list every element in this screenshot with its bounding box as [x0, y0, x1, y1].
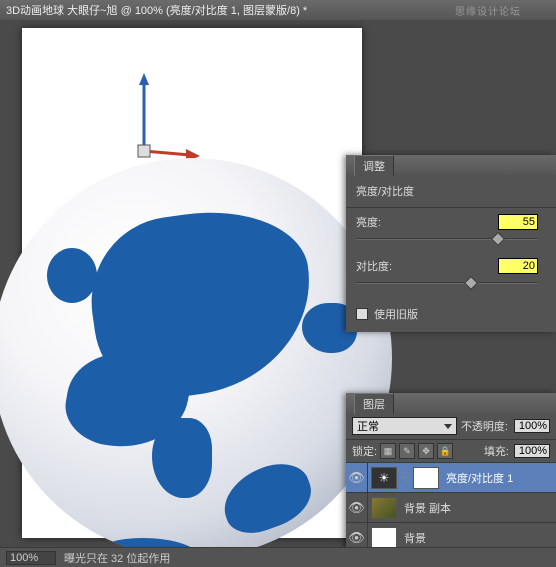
blend-mode-value: 正常 — [357, 418, 379, 434]
layers-header[interactable]: 图层 — [346, 393, 556, 413]
visibility-icon[interactable]: 👁 — [346, 493, 368, 523]
blend-mode-select[interactable]: 正常 — [352, 417, 457, 435]
lock-all-icon[interactable]: 🔒 — [437, 443, 453, 459]
status-info: 曝光只在 32 位起作用 — [64, 550, 170, 566]
layers-panel: 图层 正常 不透明度: 100% 锁定: ▦ ✎ ✥ 🔒 填充: 100% 👁 … — [346, 393, 556, 553]
globe-image — [0, 158, 392, 558]
link-icon: ⎘ — [400, 467, 410, 489]
panel-header[interactable]: 调整 — [346, 155, 556, 175]
legacy-label: 使用旧版 — [374, 306, 418, 322]
layer-thumb — [371, 497, 397, 519]
visibility-icon[interactable]: 👁 — [346, 463, 368, 493]
brightness-input[interactable] — [498, 214, 538, 230]
adjustments-panel: 调整 亮度/对比度 亮度: 对比度: 使用旧版 — [346, 155, 556, 332]
layer-name[interactable]: 背景 副本 — [400, 500, 556, 516]
fill-input[interactable]: 100% — [514, 444, 550, 458]
contrast-label: 对比度: — [356, 258, 416, 274]
zoom-input[interactable]: 100% — [6, 551, 56, 565]
opacity-input[interactable]: 100% — [514, 419, 550, 433]
layer-name[interactable]: 背景 — [400, 530, 556, 546]
adjustment-thumb: ☀ — [371, 467, 397, 489]
adjustment-name: 亮度/对比度 — [346, 175, 556, 208]
document-canvas[interactable] — [22, 28, 362, 538]
brightness-slider[interactable] — [356, 232, 546, 246]
layer-row[interactable]: 👁 ☀ ⎘ 亮度/对比度 1 — [346, 463, 556, 493]
lock-position-icon[interactable]: ✥ — [418, 443, 434, 459]
fill-label: 填充: — [484, 443, 509, 459]
contrast-slider[interactable] — [356, 276, 546, 290]
brightness-label: 亮度: — [356, 214, 416, 230]
mask-thumb[interactable] — [413, 467, 439, 489]
status-bar: 100% 曝光只在 32 位起作用 — [0, 547, 556, 567]
layer-row[interactable]: 👁 背景 副本 — [346, 493, 556, 523]
document-title: 3D动画地球 大眼仔~旭 @ 100% (亮度/对比度 1, 图层蒙版/8) * — [6, 2, 307, 18]
lock-transparent-icon[interactable]: ▦ — [380, 443, 396, 459]
opacity-label: 不透明度: — [461, 418, 508, 434]
layer-name[interactable]: 亮度/对比度 1 — [442, 470, 556, 486]
watermark-text: 思缘设计论坛 — [455, 3, 521, 18]
tab-layers[interactable]: 图层 — [354, 393, 394, 414]
lock-label: 锁定: — [352, 443, 377, 459]
legacy-checkbox[interactable] — [356, 308, 368, 320]
layer-thumb — [371, 527, 397, 549]
contrast-input[interactable] — [498, 258, 538, 274]
lock-pixels-icon[interactable]: ✎ — [399, 443, 415, 459]
tab-adjustments[interactable]: 调整 — [354, 155, 394, 176]
